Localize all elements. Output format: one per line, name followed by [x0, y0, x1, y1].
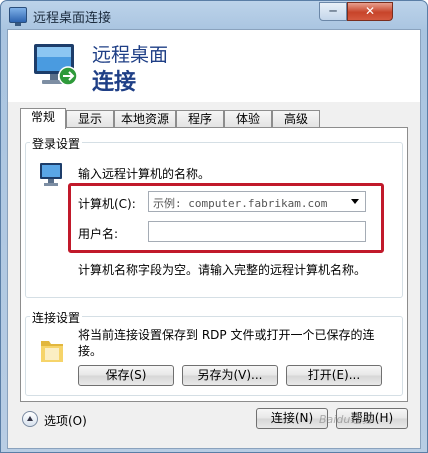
tab-general[interactable]: 常规: [20, 108, 66, 129]
tab-display[interactable]: 显示: [66, 110, 114, 128]
tab-local-resources[interactable]: 本地资源: [114, 110, 176, 128]
open-button[interactable]: 打开(E)...: [286, 365, 382, 386]
username-input[interactable]: [148, 221, 366, 242]
chevron-down-icon[interactable]: [351, 199, 359, 204]
tab-advanced[interactable]: 高级: [272, 110, 320, 128]
save-as-button[interactable]: 另存为(V)...: [182, 365, 278, 386]
window-frame: 远程桌面连接 ─ ✕ 远程桌面 连接 常规 显示 本地资源 程序 体验 高级 登…: [0, 0, 428, 453]
tab-experience[interactable]: 体验: [224, 110, 272, 128]
window-title: 远程桌面连接: [33, 11, 112, 26]
connection-settings-group: 连接设置 将当前连接设置保存到 RDP 文件或打开一个已保存的连接。 保存(S)…: [25, 309, 403, 396]
banner-title-line2: 连接: [92, 70, 137, 95]
save-button[interactable]: 保存(S): [78, 365, 174, 386]
remote-desktop-icon: [9, 7, 27, 26]
connect-button[interactable]: 连接(N): [256, 408, 328, 429]
banner-title-line1: 远程桌面: [92, 44, 169, 66]
empty-computer-warning: 计算机名称字段为空。请输入完整的远程计算机名称。: [78, 263, 367, 277]
username-label: 用户名:: [78, 227, 119, 241]
login-settings-group: 登录设置 输入远程计算机的名称。 计算机(C): 示例: computer.fa…: [25, 135, 403, 298]
banner: 远程桌面 连接: [8, 30, 420, 102]
general-tab-panel: 登录设置 输入远程计算机的名称。 计算机(C): 示例: computer.fa…: [20, 127, 408, 402]
computer-placeholder: 示例: computer.fabrikam.com: [153, 197, 328, 210]
minimize-button[interactable]: ─: [319, 2, 347, 21]
close-button[interactable]: ✕: [347, 2, 393, 21]
monitor-icon: [34, 44, 78, 86]
computer-icon: [40, 163, 62, 186]
folder-icon: [41, 341, 63, 362]
title-bar: 远程桌面连接 ─ ✕: [1, 1, 427, 29]
login-settings-legend: 登录设置: [30, 135, 83, 152]
tab-programs[interactable]: 程序: [176, 110, 224, 128]
computer-combobox[interactable]: 示例: computer.fabrikam.com: [148, 191, 366, 212]
options-label[interactable]: 选项(O): [44, 412, 87, 429]
chevron-up-icon[interactable]: [22, 411, 38, 427]
watermark: Baidu经验: [319, 413, 373, 426]
login-description: 输入远程计算机的名称。: [78, 167, 211, 181]
dialog-client: 远程桌面 连接 常规 显示 本地资源 程序 体验 高级 登录设置 输入远程计算机…: [7, 29, 421, 449]
connection-settings-legend: 连接设置: [30, 309, 83, 326]
computer-label: 计算机(C):: [78, 197, 136, 211]
connection-description: 将当前连接设置保存到 RDP 文件或打开一个已保存的连接。: [78, 328, 375, 358]
